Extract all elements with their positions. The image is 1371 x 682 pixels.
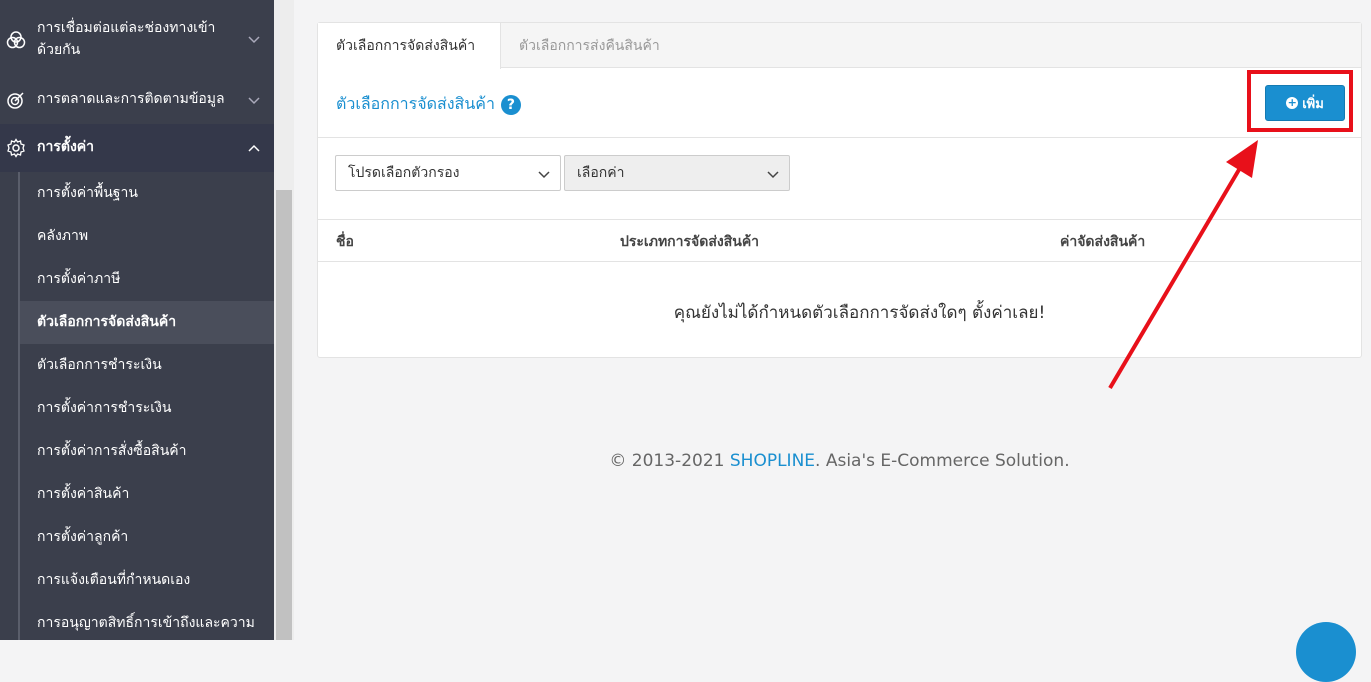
filter-value-select-value: เลือกค่า xyxy=(577,165,625,181)
sidebar-item-payment-options[interactable]: ตัวเลือกการชำระเงิน xyxy=(20,344,274,387)
sidebar: การเชื่อมต่อแต่ละช่องทางเข้า ด้วยกัน การ… xyxy=(0,0,274,640)
tab-return-options[interactable]: ตัวเลือกการส่งคืนสินค้า xyxy=(501,23,678,69)
divider xyxy=(318,137,1361,138)
empty-state-message: คุณยังไม่ได้กำหนดตัวเลือกการจัดส่งใดๆ ตั… xyxy=(673,303,1046,323)
target-icon xyxy=(7,92,24,109)
tab-bar: ตัวเลือกการจัดส่งสินค้า ตัวเลือกการส่งคื… xyxy=(318,23,1361,69)
footer-copyright: © 2013-2021 xyxy=(609,451,730,471)
footer-brand-link[interactable]: SHOPLINE xyxy=(730,451,815,471)
delivery-options-panel: ตัวเลือกการจัดส่งสินค้า ตัวเลือกการส่งคื… xyxy=(317,22,1362,358)
chevron-down-icon xyxy=(767,171,779,179)
sidebar-item-payment-settings[interactable]: การตั้งค่าการชำระเงิน xyxy=(20,387,274,430)
sidebar-scrollbar-thumb[interactable] xyxy=(276,190,292,640)
sidebar-item-custom-notifications[interactable]: การแจ้งเตือนที่กำหนดเอง xyxy=(20,559,274,602)
sidebar-item-product-settings[interactable]: การตั้งค่าสินค้า xyxy=(20,473,274,516)
chevron-up-icon xyxy=(248,144,260,152)
sidebar-item-media-gallery[interactable]: คลังภาพ xyxy=(20,215,274,258)
column-header-delivery-fee: ค่าจัดส่งสินค้า xyxy=(1060,234,1146,250)
sidebar-group-label: การตลาดและการติดตามข้อมูล xyxy=(37,91,225,107)
sidebar-group-label: การเชื่อมต่อแต่ละช่องทางเข้า xyxy=(37,20,216,36)
sidebar-item-basic-settings[interactable]: การตั้งค่าพื้นฐาน xyxy=(20,172,274,215)
sidebar-item-staff-permissions[interactable]: การอนุญาตสิทธิ์การเข้าถึงและความ xyxy=(20,602,274,645)
sidebar-item-customer-settings[interactable]: การตั้งค่าลูกค้า xyxy=(20,516,274,559)
sidebar-group-settings[interactable]: การตั้งค่า xyxy=(0,124,274,172)
gear-icon xyxy=(7,138,25,158)
link-circles-icon xyxy=(6,31,26,49)
filter-value-select[interactable]: เลือกค่า xyxy=(564,155,790,191)
footer-tagline: . Asia's E-Commerce Solution. xyxy=(815,451,1070,471)
sidebar-group-channel-integration[interactable]: การเชื่อมต่อแต่ละช่องทางเข้า ด้วยกัน xyxy=(0,0,274,76)
chevron-down-icon xyxy=(248,97,260,105)
chevron-down-icon xyxy=(538,171,550,179)
panel-title: ตัวเลือกการจัดส่งสินค้า ? xyxy=(336,92,521,117)
filter-select-value: โปรดเลือกตัวกรอง xyxy=(348,165,460,181)
sidebar-item-order-settings[interactable]: การตั้งค่าการสั่งซื้อสินค้า xyxy=(20,430,274,473)
annotation-highlight-box xyxy=(1247,70,1353,132)
column-header-delivery-type: ประเภทการจัดส่งสินค้า xyxy=(620,234,760,250)
sidebar-item-delivery-options[interactable]: ตัวเลือกการจัดส่งสินค้า xyxy=(20,301,274,344)
filter-select[interactable]: โปรดเลือกตัวกรอง xyxy=(335,155,561,191)
chevron-down-icon xyxy=(248,36,260,44)
panel-title-text: ตัวเลือกการจัดส่งสินค้า xyxy=(336,94,495,113)
sidebar-item-tax-settings[interactable]: การตั้งค่าภาษี xyxy=(20,258,274,301)
divider xyxy=(318,219,1361,220)
divider xyxy=(318,261,1361,262)
help-icon[interactable]: ? xyxy=(500,94,521,115)
sidebar-group-label: การตั้งค่า xyxy=(37,139,95,155)
sidebar-group-marketing[interactable]: การตลาดและการติดตามข้อมูล xyxy=(0,76,274,124)
chat-support-button[interactable] xyxy=(1296,622,1356,682)
tab-delivery-options[interactable]: ตัวเลือกการจัดส่งสินค้า xyxy=(318,23,501,69)
column-header-name: ชื่อ xyxy=(336,234,354,250)
sidebar-group-label-line2: ด้วยกัน xyxy=(37,42,81,58)
footer: © 2013-2021 SHOPLINE. Asia's E-Commerce … xyxy=(317,451,1362,471)
